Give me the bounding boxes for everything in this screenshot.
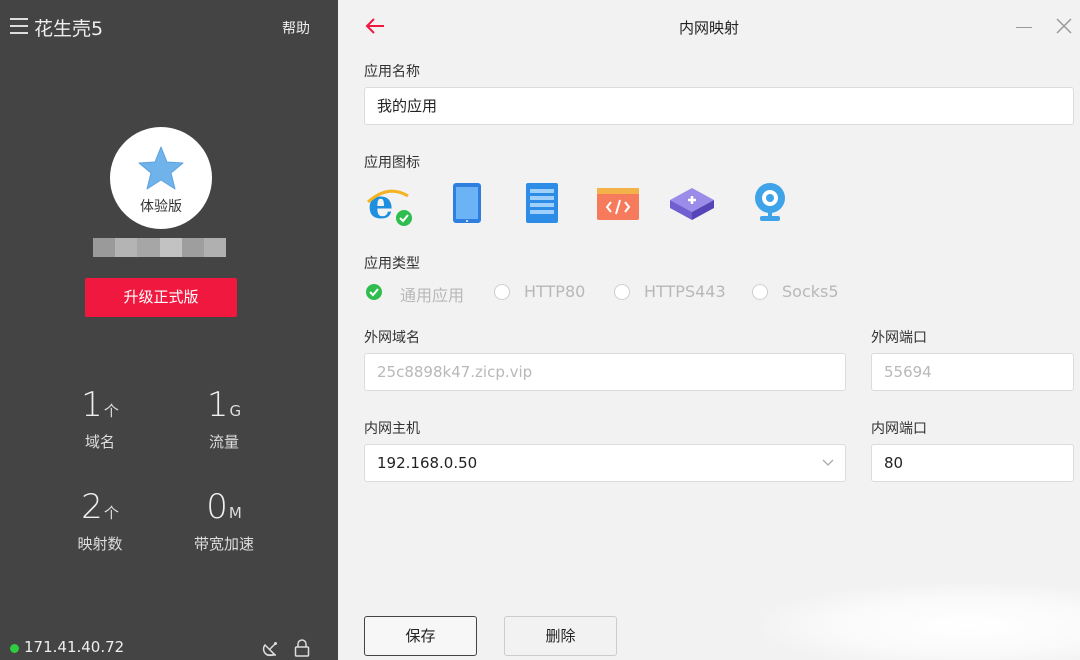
- stat-value: 2: [81, 487, 103, 527]
- int-host-select[interactable]: 192.168.0.50: [364, 444, 846, 482]
- star-icon: [138, 146, 184, 190]
- stat-label: 带宽加速: [193, 535, 254, 553]
- radio-label-generic[interactable]: 通用应用: [400, 282, 464, 306]
- stat-value: 1: [206, 385, 229, 425]
- lock-icon[interactable]: [294, 639, 310, 657]
- ie-icon[interactable]: e: [364, 180, 412, 228]
- ext-domain-field: 25c8898k47.zicp.vip: [364, 353, 846, 391]
- stat-unit: M: [228, 504, 242, 522]
- satellite-icon[interactable]: [262, 639, 280, 657]
- chevron-down-icon[interactable]: [821, 455, 835, 469]
- stat-value: 0: [206, 487, 228, 527]
- ip-address: 171.41.40.72: [24, 638, 125, 656]
- stat-label: 域名: [84, 433, 115, 451]
- dialog-title: 内网映射: [678, 19, 739, 37]
- check-icon: [369, 288, 379, 297]
- stat-label: 流量: [208, 433, 239, 451]
- stat-value: 1: [81, 385, 103, 425]
- radio-generic[interactable]: [366, 284, 382, 300]
- router-icon[interactable]: [668, 180, 716, 228]
- ext-port-field: 55694: [871, 353, 1074, 391]
- app-title: 花生壳5: [34, 18, 104, 40]
- delete-button[interactable]: 删除: [504, 616, 617, 656]
- online-status-dot: [10, 644, 19, 653]
- int-host-value: 192.168.0.50: [377, 454, 478, 472]
- radio-label-socks5[interactable]: Socks5: [782, 282, 839, 301]
- menu-icon[interactable]: [10, 18, 28, 34]
- stat-bandwidth[interactable]: 0M 带宽加速: [174, 487, 274, 554]
- minimize-button[interactable]: [1016, 27, 1032, 28]
- stat-label: 映射数: [77, 535, 123, 553]
- sidebar: 花生壳5 帮助 体验版 升级正式版 1个 域名 1G 流量 2个 映射数 0M …: [0, 0, 338, 660]
- ext-domain-label: 外网域名: [364, 330, 420, 346]
- save-button[interactable]: 保存: [364, 616, 477, 656]
- server-icon[interactable]: [518, 180, 566, 228]
- radio-label-http80[interactable]: HTTP80: [524, 282, 585, 301]
- app-icon-label: 应用图标: [364, 155, 420, 171]
- webcam-icon[interactable]: [746, 180, 794, 228]
- ext-port-label: 外网端口: [871, 330, 927, 346]
- app-name-label: 应用名称: [364, 64, 420, 80]
- stat-domains[interactable]: 1个 域名: [50, 385, 150, 452]
- stat-unit: G: [229, 402, 242, 420]
- edition-label: 体验版: [140, 199, 182, 215]
- int-port-input[interactable]: 80: [871, 444, 1074, 482]
- radio-socks5[interactable]: [752, 284, 768, 300]
- stat-mappings[interactable]: 2个 映射数: [50, 487, 150, 554]
- upgrade-button[interactable]: 升级正式版: [85, 278, 237, 317]
- help-link[interactable]: 帮助: [282, 18, 310, 38]
- radio-https443[interactable]: [614, 284, 630, 300]
- code-window-icon[interactable]: [594, 180, 642, 228]
- tablet-icon[interactable]: [444, 180, 492, 228]
- close-icon[interactable]: [1055, 17, 1073, 35]
- masked-username: [93, 238, 227, 257]
- stat-traffic[interactable]: 1G 流量: [174, 385, 274, 452]
- avatar[interactable]: 体验版: [110, 127, 212, 229]
- app-name-input[interactable]: 我的应用: [364, 87, 1074, 125]
- int-host-label: 内网主机: [364, 421, 420, 437]
- int-port-label: 内网端口: [871, 421, 927, 437]
- radio-http80[interactable]: [494, 284, 510, 300]
- svg-text:e: e: [368, 181, 393, 228]
- radio-label-https443[interactable]: HTTPS443: [644, 282, 726, 301]
- app-type-label: 应用类型: [364, 256, 420, 272]
- mapping-dialog: 内网映射 应用名称 我的应用 应用图标 e 应用类型 通用应用 HTTP80 H…: [338, 0, 1080, 660]
- stat-unit: 个: [103, 504, 119, 522]
- stat-unit: 个: [103, 402, 119, 420]
- watermark-smudge: [762, 584, 1080, 660]
